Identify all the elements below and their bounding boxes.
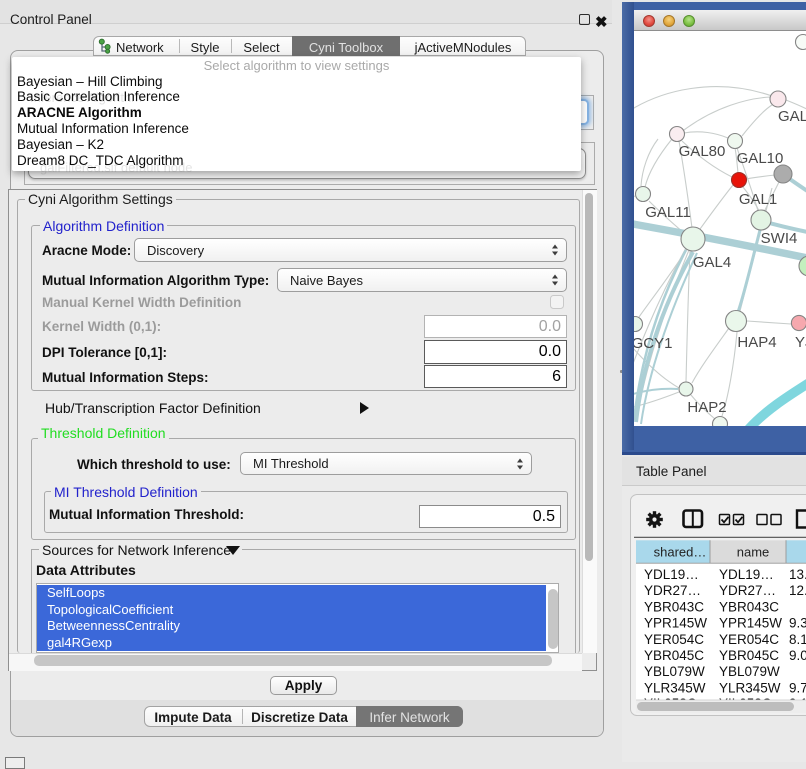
svg-text:YDL19…: YDL19… bbox=[719, 567, 774, 582]
svg-text:SWI4: SWI4 bbox=[761, 230, 798, 247]
svg-text:GAL4: GAL4 bbox=[693, 254, 731, 271]
svg-text:YJ: YJ bbox=[795, 334, 806, 351]
svg-text:YBR045C: YBR045C bbox=[644, 648, 704, 663]
svg-text:YBR045C: YBR045C bbox=[719, 648, 779, 663]
svg-text:GAL7: GAL7 bbox=[778, 108, 806, 125]
svg-text:YDL19…: YDL19… bbox=[644, 567, 699, 582]
svg-text:YLR345W: YLR345W bbox=[719, 680, 781, 695]
svg-text:9.7: 9.7 bbox=[789, 680, 806, 695]
svg-text:YER054C: YER054C bbox=[719, 632, 779, 647]
svg-text:YDR27…: YDR27… bbox=[644, 583, 701, 598]
svg-text:GAL80: GAL80 bbox=[679, 143, 726, 160]
svg-text:GAL11: GAL11 bbox=[645, 204, 691, 221]
svg-text:YER054C: YER054C bbox=[644, 632, 704, 647]
svg-text:GAL10: GAL10 bbox=[737, 150, 784, 167]
svg-text:9.3: 9.3 bbox=[789, 616, 806, 631]
svg-text:12.4: 12.4 bbox=[789, 583, 806, 598]
svg-text:HAP4: HAP4 bbox=[737, 334, 776, 351]
svg-text:YBR043C: YBR043C bbox=[644, 599, 704, 614]
svg-text:13.5: 13.5 bbox=[789, 567, 806, 582]
svg-text:YPR145W: YPR145W bbox=[644, 616, 707, 631]
svg-text:HAP2: HAP2 bbox=[687, 399, 726, 416]
svg-text:YLR345W: YLR345W bbox=[644, 680, 706, 695]
svg-text:YDR27…: YDR27… bbox=[719, 583, 776, 598]
svg-text:GCY1: GCY1 bbox=[634, 335, 672, 352]
svg-text:name: name bbox=[737, 545, 770, 560]
svg-text:9.0: 9.0 bbox=[789, 648, 806, 663]
svg-text:8.1: 8.1 bbox=[789, 632, 806, 647]
svg-text:shared…: shared… bbox=[654, 545, 707, 560]
svg-text:YBR043C: YBR043C bbox=[719, 599, 779, 614]
svg-text:GAL1: GAL1 bbox=[739, 191, 777, 208]
svg-text:YPR145W: YPR145W bbox=[719, 616, 782, 631]
svg-text:YBL079W: YBL079W bbox=[644, 664, 705, 679]
svg-text:YBL079W: YBL079W bbox=[719, 664, 780, 679]
